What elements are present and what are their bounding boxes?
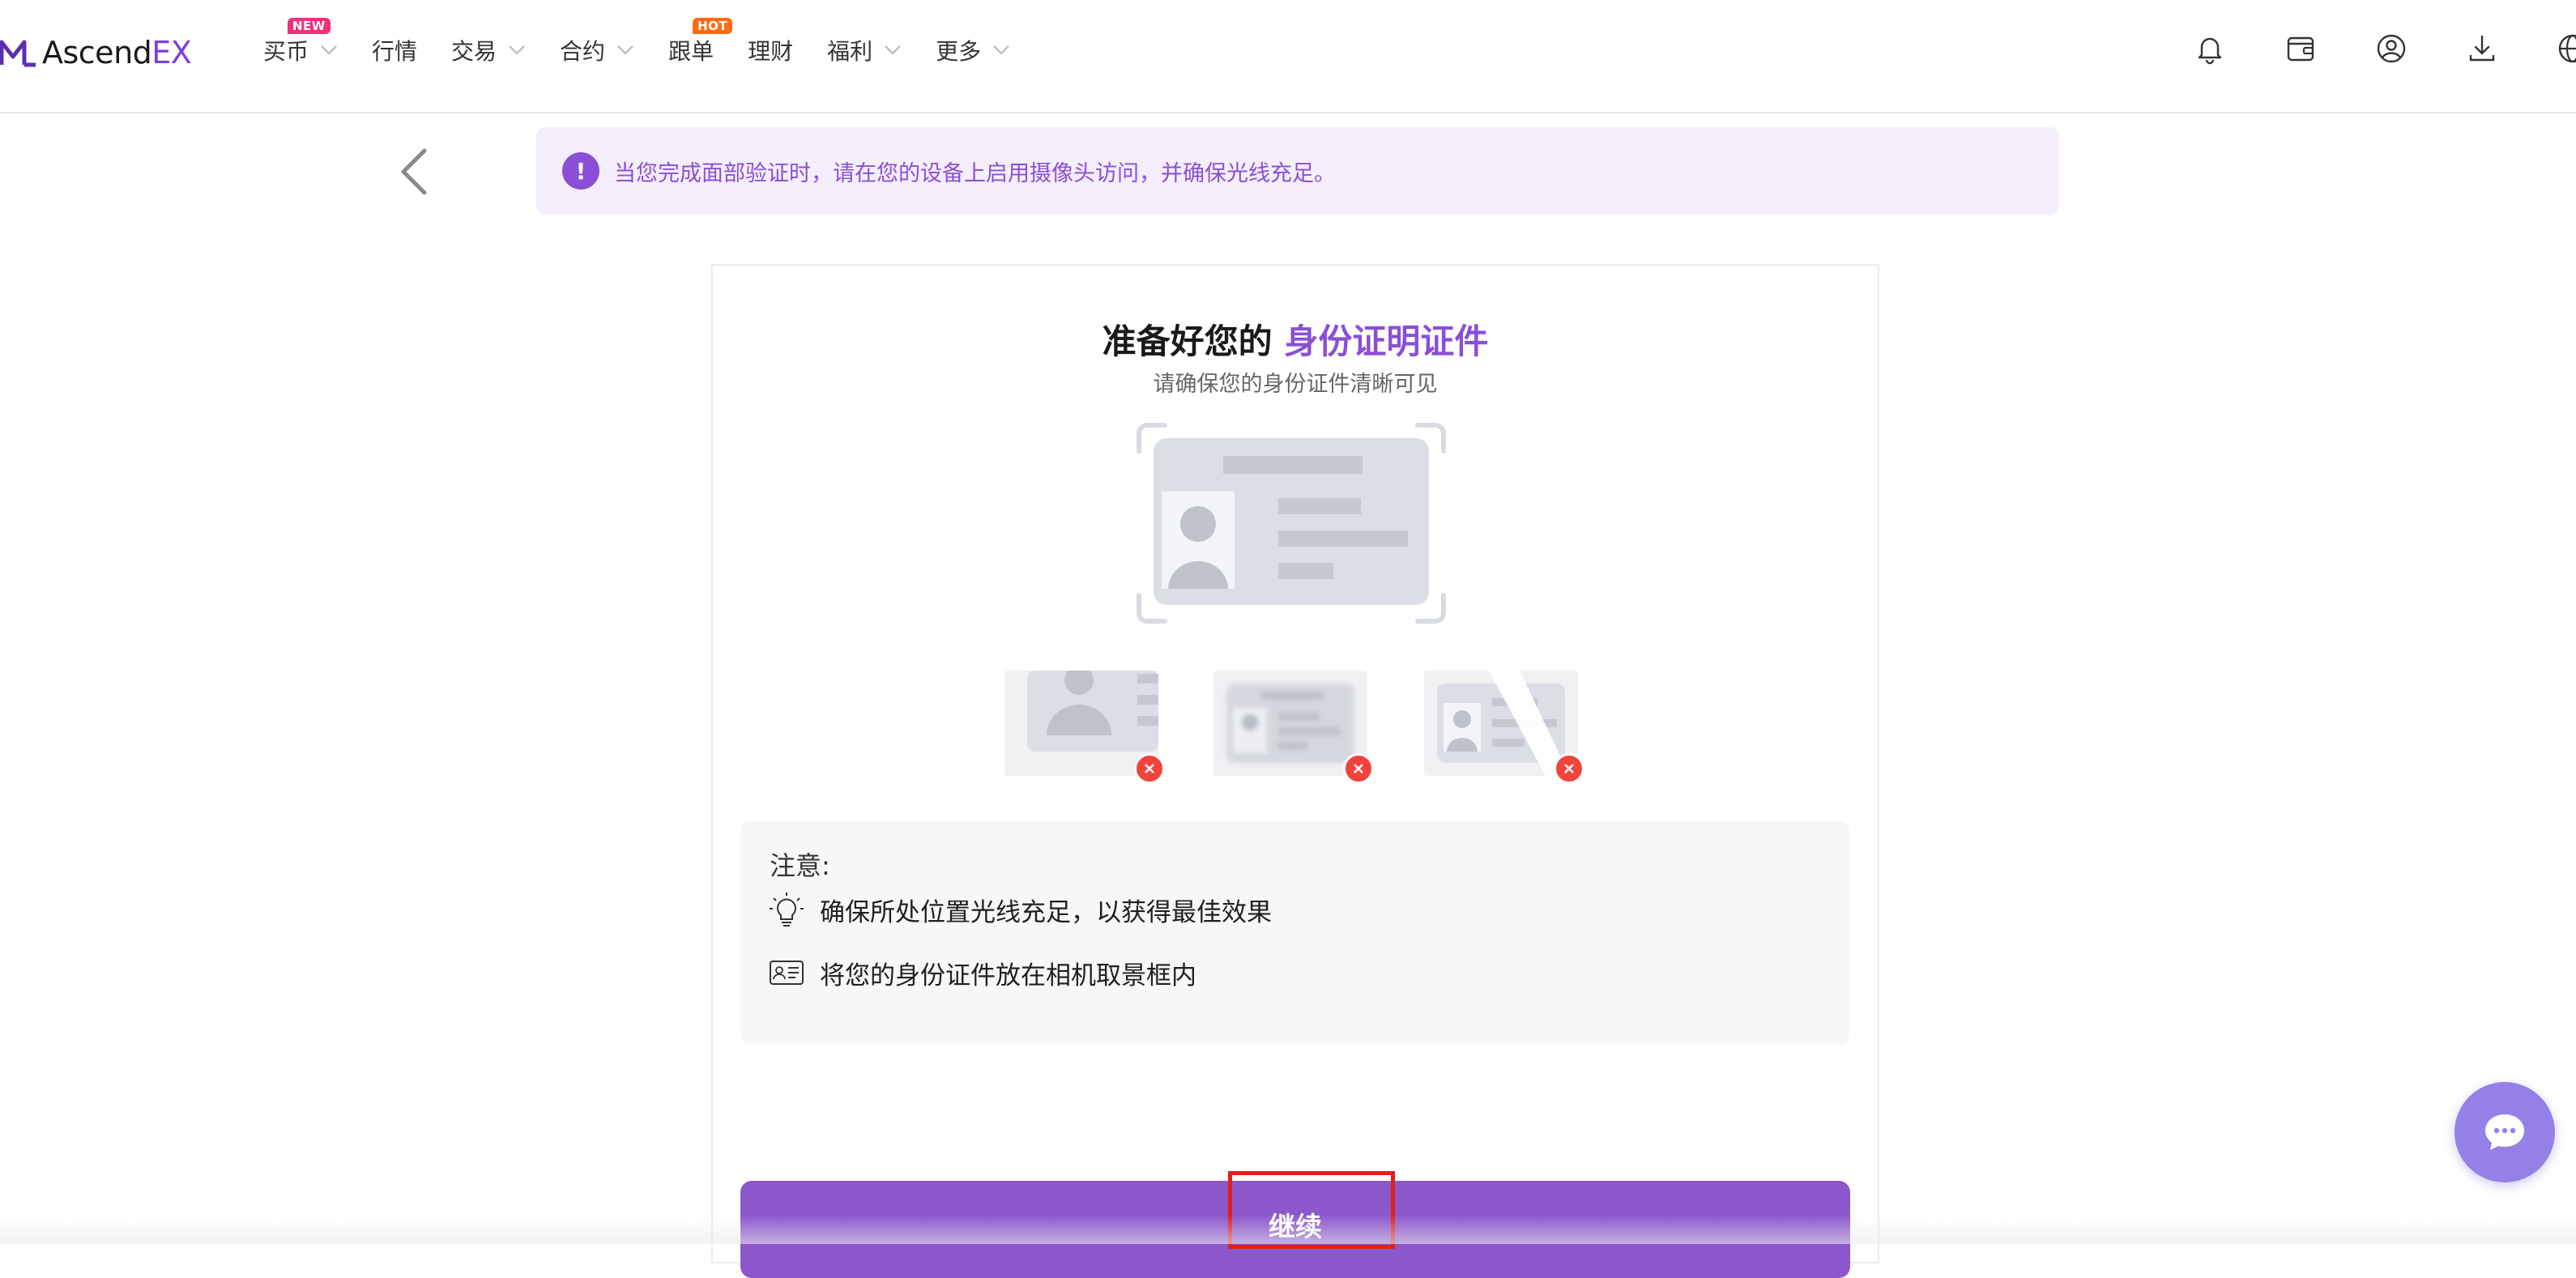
globe-icon (2558, 34, 2576, 63)
nav-item-rewards[interactable]: 福利 (827, 34, 902, 66)
chevron-down-icon (993, 45, 1009, 55)
download-icon (2469, 35, 2495, 62)
cropped-id-example (1004, 671, 1165, 784)
logo-mark-icon (0, 40, 36, 67)
nav-label: 交易 (451, 38, 497, 65)
id-card-icon (770, 961, 804, 985)
tip-framing: 将您的身份证件放在相机取景框内 (768, 954, 1196, 991)
title-prefix: 准备好您的 (1102, 322, 1273, 361)
account-button[interactable] (2373, 31, 2409, 66)
title-highlight: 身份证明证件 (1284, 322, 1489, 361)
nav-item-futures[interactable]: 合约 (560, 34, 634, 66)
id-preparation-card: 准备好您的 身份证明证件 请确保您的身份证件清晰可见 注意: 确保所处位置光线充… (711, 264, 1879, 1278)
nav-label: 合约 (560, 38, 606, 65)
tip-text: 将您的身份证件放在相机取景框内 (820, 961, 1196, 990)
wallet-icon (2287, 36, 2314, 62)
page-subtitle: 请确保您的身份证件清晰可见 (1153, 372, 1438, 397)
bad-examples (1004, 671, 1588, 784)
chevron-down-icon (617, 45, 633, 55)
nav-item-more[interactable]: 更多 (936, 34, 1010, 66)
back-arrow-icon[interactable] (395, 146, 431, 198)
download-button[interactable] (2464, 31, 2500, 66)
lightbulb-icon (770, 892, 804, 927)
tip-text: 确保所处位置光线充足，以获得最佳效果 (820, 897, 1272, 927)
nav-item-trade[interactable]: 交易 (451, 34, 526, 66)
logo-text: AscendEX (42, 35, 192, 70)
nav-item-buy-crypto[interactable]: 买币 NEW (263, 18, 338, 66)
nav-label: 行情 (372, 38, 418, 65)
error-x-icon (1343, 753, 1374, 784)
tip-lighting: 确保所处位置光线充足，以获得最佳效果 (768, 891, 1272, 928)
notes-heading: 注意: (770, 850, 830, 881)
nav-item-earn[interactable]: 理财 (748, 34, 793, 66)
hot-badge: HOT (693, 18, 733, 34)
notice-text: 当您完成面部验证时，请在您的设备上启用摄像头访问，并确保光线充足。 (614, 160, 1336, 186)
page-title: 准备好您的 身份证明证件 (713, 314, 1878, 364)
error-x-icon (1134, 753, 1165, 784)
id-card-illustration (1137, 423, 1446, 624)
nav-item-copy-trading[interactable]: 跟单 HOT (668, 18, 733, 66)
wallet-button[interactable] (2283, 31, 2318, 66)
nav-label: 更多 (936, 38, 982, 65)
error-x-icon (1554, 753, 1584, 784)
camera-access-notice: ! 当您完成面部验证时，请在您的设备上启用摄像头访问，并确保光线充足。 (536, 127, 2059, 215)
main-nav: 买币 NEW 行情 交易 合约 跟单 HOT 理财 福利 更多 (263, 18, 1044, 66)
nav-label: 理财 (748, 38, 794, 65)
notes-panel: 注意: 确保所处位置光线充足，以获得最佳效果 将您的身份证件放在相机取景框内 (740, 821, 1850, 1045)
ascendex-logo[interactable]: AscendEX (0, 32, 192, 73)
continue-highlight-outline (1228, 1171, 1395, 1249)
header-actions (2192, 31, 2576, 66)
chat-bubble-icon (2485, 1114, 2524, 1150)
nav-item-markets[interactable]: 行情 (372, 34, 417, 66)
language-button[interactable] (2555, 31, 2576, 66)
exclamation-icon: ! (562, 152, 599, 190)
chevron-down-icon (885, 45, 901, 55)
chevron-down-icon (321, 45, 337, 55)
notifications-button[interactable] (2192, 31, 2228, 66)
nav-label: 福利 (827, 38, 873, 65)
new-badge: NEW (288, 18, 331, 34)
chat-support-button[interactable] (2454, 1082, 2555, 1182)
nav-label: 买币 (263, 38, 309, 65)
user-icon (2377, 34, 2406, 63)
chevron-down-icon (509, 45, 525, 55)
nav-label: 跟单 (668, 38, 714, 65)
bell-icon (2198, 37, 2222, 65)
top-navigation-bar: AscendEX 买币 NEW 行情 交易 合约 跟单 HOT 理财 福利 更多 (0, 0, 2576, 113)
glare-id-example (1424, 671, 1584, 784)
blurry-id-example (1213, 671, 1374, 784)
